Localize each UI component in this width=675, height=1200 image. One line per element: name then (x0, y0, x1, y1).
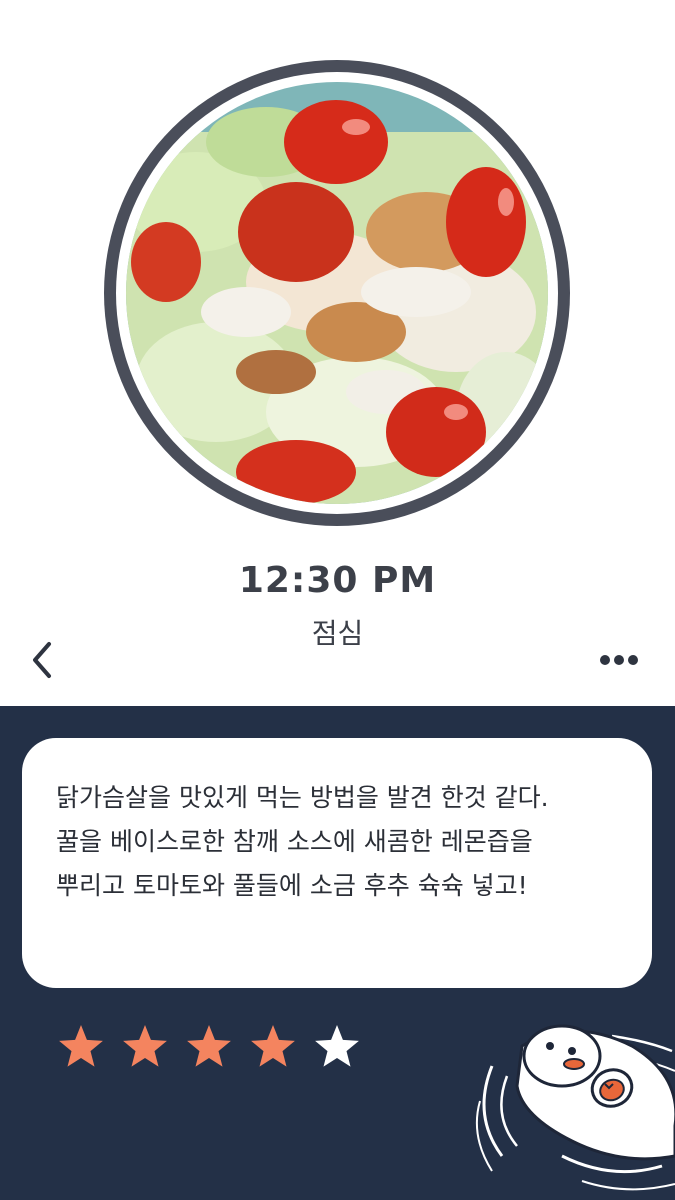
star-empty-icon[interactable] (314, 1024, 360, 1070)
more-button[interactable] (594, 640, 644, 680)
otter-mascot-illustration (475, 1024, 675, 1191)
star-filled-icon[interactable] (186, 1024, 232, 1070)
speech-bubble: 닭가슴살을 맛있게 먹는 방법을 발견 한것 같다. 꿀을 베이스로한 참깨 소… (22, 738, 652, 988)
salad-image (126, 82, 548, 504)
more-horizontal-icon (600, 655, 638, 665)
chevron-left-icon (33, 642, 51, 678)
meal-type: 점심 (311, 617, 364, 650)
back-button[interactable] (22, 638, 62, 682)
star-filled-icon[interactable] (58, 1024, 104, 1070)
meal-photo[interactable] (126, 82, 548, 504)
rating-stars[interactable] (58, 1024, 378, 1072)
star-filled-icon[interactable] (250, 1024, 296, 1070)
entry-header: 12:30 PM 점심 (0, 0, 675, 706)
star-filled-icon[interactable] (122, 1024, 168, 1070)
meal-photo-frame (104, 60, 570, 526)
diary-panel: 닭가슴살을 맛있게 먹는 방법을 발견 한것 같다. 꿀을 베이스로한 참깨 소… (0, 706, 675, 1200)
entry-time: 12:30 PM (238, 560, 437, 601)
diary-text: 닭가슴살을 맛있게 먹는 방법을 발견 한것 같다. 꿀을 베이스로한 참깨 소… (56, 783, 549, 900)
